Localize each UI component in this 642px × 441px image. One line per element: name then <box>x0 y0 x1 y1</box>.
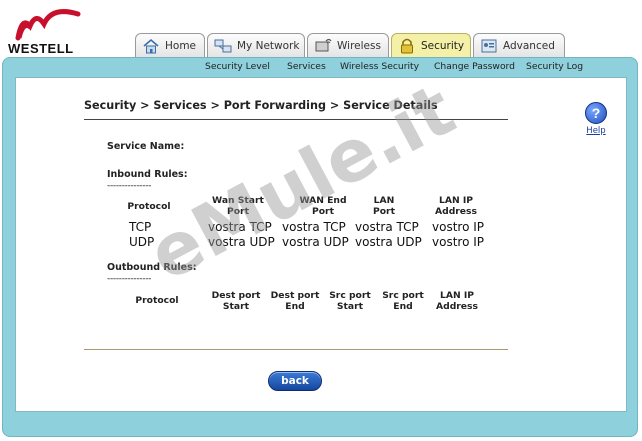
advanced-icon <box>481 39 497 52</box>
outbound-header-src-start: Src port Start <box>329 290 371 312</box>
inbound-header-lan-ip: LAN IP Address <box>435 195 477 217</box>
outbound-header-src-end: Src port End <box>382 290 424 312</box>
security-subnav: Security Level Services Wireless Securit… <box>0 57 642 77</box>
inbound-header-lan-port: LAN Port <box>373 195 395 217</box>
outbound-header-lan-ip: LAN IP Address <box>436 290 478 312</box>
tab-home-label: Home <box>165 39 197 52</box>
help-button[interactable]: ? Help <box>584 102 608 136</box>
inbound-row1-lan-ip: vostro IP <box>432 220 485 234</box>
lock-icon <box>401 38 413 54</box>
subnav-services[interactable]: Services <box>287 61 326 72</box>
subnav-change-password[interactable]: Change Password <box>434 61 515 72</box>
tab-advanced-label: Advanced <box>503 39 555 52</box>
tab-my-network[interactable]: My Network <box>207 33 305 57</box>
inbound-row1-lan-port: vostra TCP <box>355 220 419 234</box>
inbound-row2-lan-ip: vostro IP <box>432 235 485 249</box>
subnav-security-log[interactable]: Security Log <box>526 61 583 72</box>
network-icon <box>214 39 232 52</box>
inbound-rules-title: Inbound Rules: <box>107 169 188 180</box>
tab-security-label: Security <box>421 40 465 52</box>
back-button[interactable]: back <box>268 371 322 391</box>
subnav-security-level[interactable]: Security Level <box>205 61 270 72</box>
outbound-header-dest-start: Dest port Start <box>211 290 261 312</box>
tab-home[interactable]: Home <box>135 33 205 57</box>
outbound-header-protocol: Protocol <box>135 295 179 306</box>
inbound-divider: --------------- <box>107 181 152 191</box>
tab-wireless-label: Wireless <box>337 39 381 52</box>
service-name-label: Service Name: <box>107 141 185 152</box>
wireless-icon <box>315 38 332 51</box>
inbound-row2-lan-port: vostra UDP <box>355 235 422 249</box>
tab-security[interactable]: Security <box>391 33 471 58</box>
outbound-header-dest-end: Dest port End <box>270 290 320 312</box>
help-icon: ? <box>585 102 607 124</box>
outbound-divider: --------------- <box>107 274 152 284</box>
home-icon <box>143 38 159 53</box>
brand-name: WESTELL <box>8 41 74 56</box>
tab-my-network-label: My Network <box>237 39 300 52</box>
tab-advanced[interactable]: Advanced <box>473 33 565 57</box>
inbound-row2-wan-end: vostra UDP <box>282 235 349 249</box>
tab-wireless[interactable]: Wireless <box>307 33 389 57</box>
footer-divider <box>84 349 508 350</box>
subnav-wireless-security[interactable]: Wireless Security <box>340 61 419 72</box>
help-link[interactable]: Help <box>584 126 608 136</box>
